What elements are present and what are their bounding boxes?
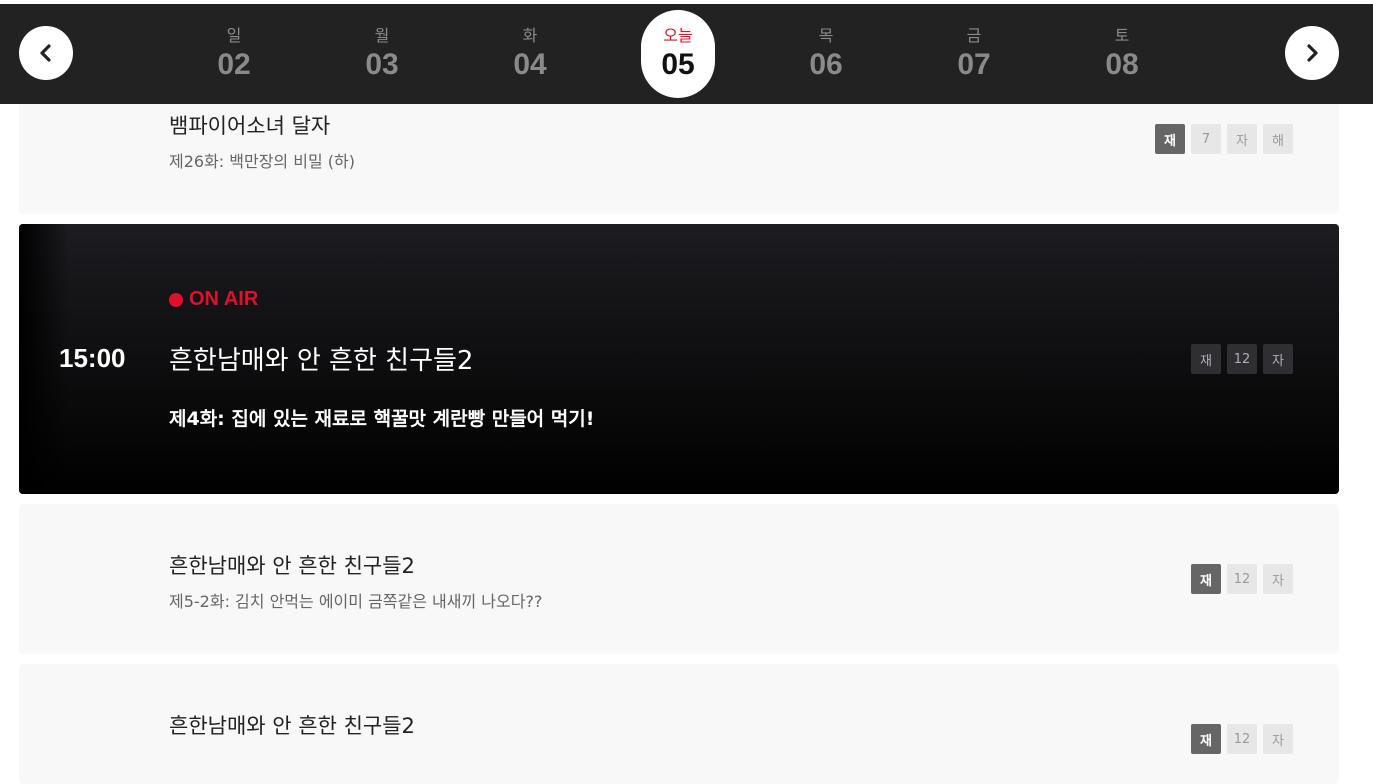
day-of-week: 오늘 <box>663 26 693 45</box>
day-of-week: 금 <box>966 26 982 45</box>
commentary-badge: 해 <box>1263 124 1293 154</box>
day-number: 07 <box>957 48 991 81</box>
day-number: 03 <box>365 48 399 81</box>
program-title: 뱀파이어소녀 달자 <box>169 114 331 138</box>
day-of-week: 화 <box>522 26 538 45</box>
rerun-badge: 재 <box>1191 724 1221 754</box>
program-card[interactable]: 흔한남매와 안 흔한 친구들2 재 12 자 <box>19 664 1339 784</box>
day-number: 05 <box>661 48 695 81</box>
day-of-week: 월 <box>374 26 390 45</box>
chevron-left-icon <box>40 44 51 62</box>
rating-badges: 재 12 자 <box>1191 344 1293 374</box>
live-program-card[interactable]: ON AIR 15:00 흔한남매와 안 흔한 친구들2 제4화: 집에 있는 … <box>19 224 1339 494</box>
rerun-badge: 재 <box>1155 124 1185 154</box>
program-time: 15:00 <box>59 343 126 373</box>
rating-badges: 재 7 자 해 <box>1155 124 1293 154</box>
day-number: 04 <box>513 48 547 81</box>
program-title: 흔한남매와 안 흔한 친구들2 <box>169 714 415 738</box>
day-tab-thu[interactable]: 목 06 <box>776 4 876 104</box>
rerun-badge: 재 <box>1191 564 1221 594</box>
age-rating-badge: 7 <box>1191 124 1221 154</box>
day-of-week: 토 <box>1114 26 1130 45</box>
date-navigation-bar: 일 02 월 03 화 04 오늘 05 목 06 금 07 토 08 <box>0 4 1373 104</box>
rerun-badge: 재 <box>1191 344 1221 374</box>
program-episode: 제5-2화: 김치 안먹는 에이미 금쪽같은 내새끼 나오다?? <box>169 592 543 611</box>
day-number: 02 <box>217 48 251 81</box>
subtitle-badge: 자 <box>1263 344 1293 374</box>
program-title: 흔한남매와 안 흔한 친구들2 <box>169 554 415 578</box>
day-of-week: 목 <box>818 26 834 45</box>
age-rating-badge: 12 <box>1227 724 1257 754</box>
day-tab-mon[interactable]: 월 03 <box>332 4 432 104</box>
chevron-right-icon <box>1307 44 1318 62</box>
program-episode: 제4화: 집에 있는 재료로 핵꿀맛 계란빵 만들어 먹기! <box>169 408 595 430</box>
day-tab-fri[interactable]: 금 07 <box>924 4 1024 104</box>
program-card[interactable]: 흔한남매와 안 흔한 친구들2 제5-2화: 김치 안먹는 에이미 금쪽같은 내… <box>19 504 1339 654</box>
program-title: 흔한남매와 안 흔한 친구들2 <box>169 346 474 376</box>
prev-week-button[interactable] <box>19 26 73 80</box>
age-rating-badge: 12 <box>1227 564 1257 594</box>
on-air-label: ON AIR <box>189 288 259 310</box>
day-tab-tue[interactable]: 화 04 <box>480 4 580 104</box>
day-number: 06 <box>809 48 843 81</box>
next-week-button[interactable] <box>1285 26 1339 80</box>
subtitle-badge: 자 <box>1263 724 1293 754</box>
day-number: 08 <box>1105 48 1139 81</box>
day-tab-sun[interactable]: 일 02 <box>184 4 284 104</box>
rating-badges: 재 12 자 <box>1191 724 1293 754</box>
age-rating-badge: 12 <box>1227 344 1257 374</box>
day-tab-today[interactable]: 오늘 05 <box>628 4 728 104</box>
on-air-indicator: ON AIR <box>169 288 258 311</box>
live-dot-icon <box>169 292 183 307</box>
program-episode: 제26화: 백만장의 비밀 (하) <box>169 152 355 171</box>
day-tab-sat[interactable]: 토 08 <box>1072 4 1172 104</box>
subtitle-badge: 자 <box>1227 124 1257 154</box>
rating-badges: 재 12 자 <box>1191 564 1293 594</box>
day-of-week: 일 <box>226 26 242 45</box>
subtitle-badge: 자 <box>1263 564 1293 594</box>
